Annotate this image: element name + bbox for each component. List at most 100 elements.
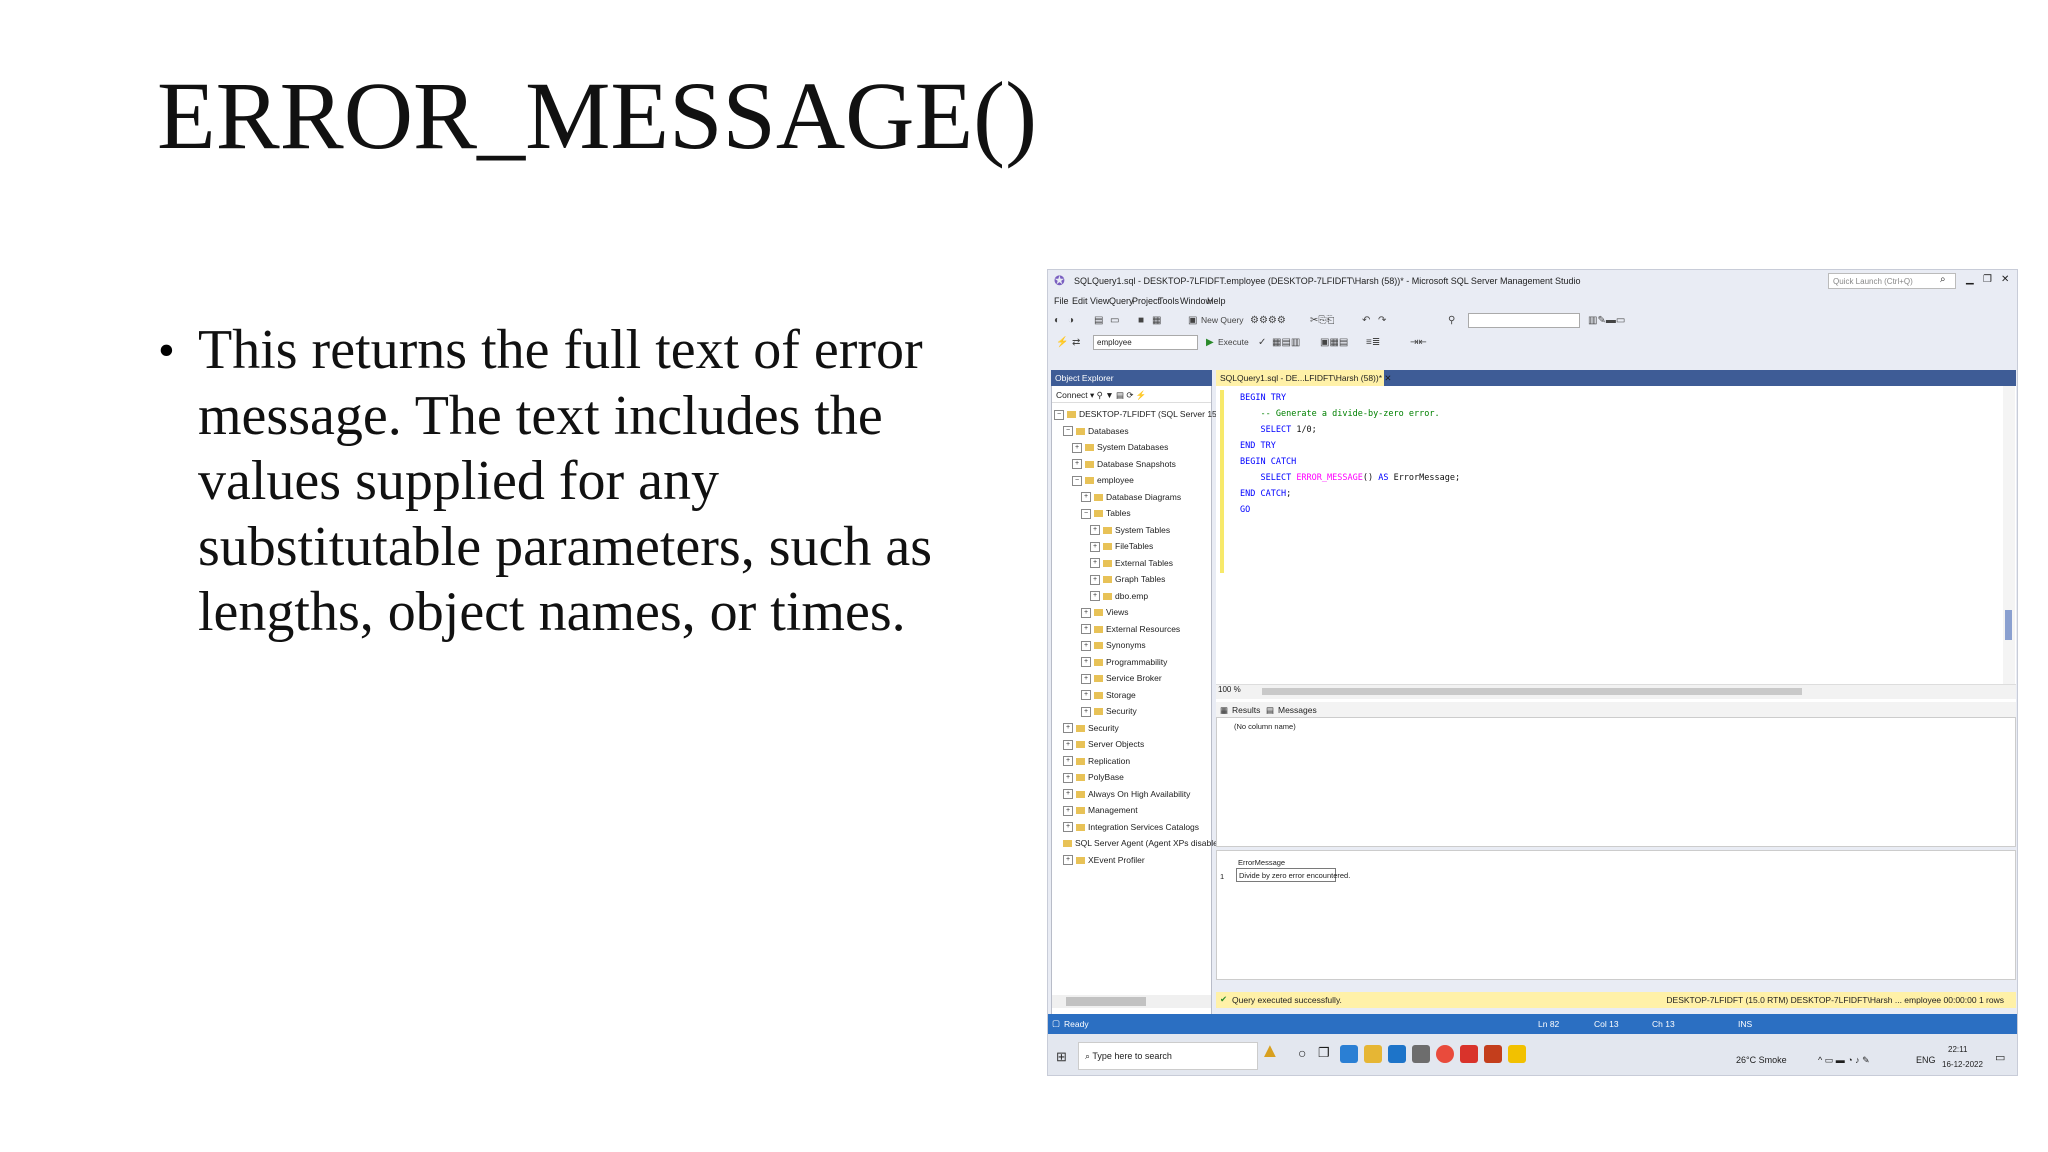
query-type-icons[interactable]: ⚙⚙⚙⚙ — [1250, 315, 1286, 326]
comment-icons[interactable]: ≡≣ — [1366, 337, 1380, 348]
code-line[interactable]: END TRY — [1240, 438, 1276, 454]
tree-node[interactable]: + dbo.emp — [1090, 589, 1148, 603]
windows-start-icon[interactable]: ⊞ — [1056, 1049, 1067, 1065]
tree-node[interactable]: + Always On High Availability — [1063, 787, 1190, 801]
mail-icon[interactable] — [1388, 1045, 1406, 1063]
expand-icon[interactable]: + — [1090, 558, 1100, 569]
code-line[interactable]: BEGIN CATCH — [1240, 454, 1296, 470]
undo-icon[interactable]: ↶ — [1362, 315, 1370, 326]
expand-icon[interactable]: + — [1072, 442, 1082, 453]
expand-icon[interactable]: + — [1090, 574, 1100, 585]
minimize-icon[interactable]: ▁ — [1966, 274, 1974, 285]
ssms-taskbar-icon[interactable] — [1508, 1045, 1526, 1063]
tree-node[interactable]: + Synonyms — [1081, 638, 1146, 652]
zoom-select[interactable]: 100 % — [1218, 685, 1241, 694]
expand-icon[interactable]: + — [1081, 607, 1091, 618]
tree-node[interactable]: + Security — [1081, 704, 1137, 718]
code-line[interactable]: GO — [1240, 502, 1250, 518]
editor-scroll-thumb[interactable] — [2005, 610, 2012, 640]
expand-icon[interactable]: + — [1090, 541, 1100, 552]
tree-node[interactable]: + Programmability — [1081, 655, 1167, 669]
expand-icon[interactable]: + — [1090, 591, 1100, 602]
cortana-icon[interactable]: ○ — [1298, 1045, 1316, 1063]
result-grid-2[interactable] — [1216, 850, 2016, 980]
store-icon[interactable] — [1412, 1045, 1430, 1063]
expand-icon[interactable]: + — [1063, 855, 1073, 866]
file-explorer-icon[interactable] — [1364, 1045, 1382, 1063]
chrome-icon[interactable] — [1436, 1045, 1454, 1063]
tree-node[interactable]: + Service Broker — [1081, 671, 1162, 685]
collapse-icon[interactable]: − — [1063, 426, 1073, 437]
new-item-icon[interactable]: ▤ — [1094, 315, 1103, 326]
change-connection-icon[interactable]: ⇄ — [1072, 337, 1080, 348]
query-editor[interactable] — [1216, 386, 2016, 709]
menu-item-tools[interactable]: Tools — [1158, 296, 1179, 306]
expand-icon[interactable]: + — [1072, 459, 1082, 470]
horizontal-scroll-thumb[interactable] — [1262, 688, 1802, 695]
connect-button[interactable]: Connect ▾ ⚲ ▼ ▤ ⟳ ⚡ — [1052, 387, 1211, 403]
powerpoint-icon[interactable] — [1484, 1045, 1502, 1063]
code-line[interactable]: BEGIN TRY — [1240, 390, 1286, 406]
find-combo[interactable] — [1468, 313, 1580, 328]
redo-icon[interactable]: ↷ — [1378, 315, 1386, 326]
expand-icon[interactable]: + — [1081, 706, 1091, 717]
tab-messages[interactable]: Messages — [1278, 705, 1317, 715]
clock-time[interactable]: 22:11 — [1948, 1045, 1967, 1054]
code-line[interactable]: SELECT ERROR_MESSAGE() AS ErrorMessage; — [1240, 470, 1460, 486]
expand-icon[interactable]: + — [1063, 789, 1073, 800]
tree-node[interactable]: − employee — [1072, 473, 1134, 487]
tree-node[interactable]: + Storage — [1081, 688, 1136, 702]
new-query-button[interactable]: New Query — [1201, 315, 1244, 325]
execute-button[interactable]: Execute — [1218, 337, 1249, 347]
tree-node[interactable]: SQL Server Agent (Agent XPs disabled — [1063, 836, 1223, 850]
expand-icon[interactable]: + — [1063, 739, 1073, 750]
collapse-icon[interactable]: − — [1072, 475, 1082, 486]
code-line[interactable]: SELECT 1/0; — [1240, 422, 1316, 438]
tree-node[interactable]: + Database Snapshots — [1072, 457, 1176, 471]
system-tray-icons[interactable]: ^ ▭ ▬ ◔ ♪ ✎ — [1818, 1055, 1870, 1066]
open-icon[interactable]: ▭ — [1110, 315, 1119, 326]
weather-text[interactable]: 26°C Smoke — [1736, 1055, 1787, 1065]
back-icon[interactable]: ◐ — [1054, 315, 1060, 326]
expand-icon[interactable]: + — [1081, 640, 1091, 651]
tab-results[interactable]: Results — [1232, 705, 1260, 715]
tree-node[interactable]: − Databases — [1063, 424, 1129, 438]
code-line[interactable]: -- Generate a divide-by-zero error. — [1240, 406, 1439, 422]
tree-node[interactable]: + XEvent Profiler — [1063, 853, 1145, 867]
tree-node[interactable]: + External Tables — [1090, 556, 1173, 570]
menu-item-file[interactable]: File — [1054, 296, 1069, 306]
properties-icons[interactable]: ▥✎▬▭ — [1588, 315, 1625, 326]
tree-node[interactable]: − Tables — [1081, 506, 1131, 520]
find-icon[interactable]: ⚲ — [1448, 315, 1455, 326]
edge-icon[interactable] — [1340, 1045, 1358, 1063]
tree-node[interactable]: + System Databases — [1072, 440, 1168, 454]
expand-icon[interactable]: + — [1081, 657, 1091, 668]
tree-node[interactable]: + Database Diagrams — [1081, 490, 1181, 504]
result-2-column-header[interactable]: ErrorMessage — [1238, 858, 1285, 867]
expand-icon[interactable]: + — [1081, 673, 1091, 684]
tree-node[interactable]: + Replication — [1063, 754, 1130, 768]
task-view-icon[interactable]: ❐ — [1318, 1045, 1336, 1063]
taskbar-search-input[interactable]: ⌕ Type here to search — [1078, 1042, 1258, 1070]
parse-icon[interactable]: ✓ — [1258, 337, 1266, 348]
filter-icons[interactable]: ⚲ ▼ ▤ ⟳ ⚡ — [1097, 390, 1147, 400]
close-icon[interactable]: ✕ — [2001, 274, 2009, 285]
maximize-icon[interactable]: ❐ — [1983, 274, 1992, 285]
database-select[interactable]: employee — [1093, 335, 1198, 350]
notifications-icon[interactable]: ▭ — [1995, 1051, 2005, 1064]
result-1-column-header[interactable]: (No column name) — [1234, 722, 1296, 731]
result-grid-1[interactable] — [1216, 717, 2016, 847]
search-icon[interactable]: ⌕ — [1940, 274, 1946, 285]
menu-item-project[interactable]: Project — [1132, 296, 1160, 306]
expand-icon[interactable]: + — [1063, 756, 1073, 767]
tree-node[interactable]: + External Resources — [1081, 622, 1180, 636]
tree-node[interactable]: + Security — [1063, 721, 1119, 735]
expand-icon[interactable]: + — [1063, 723, 1073, 734]
expand-icon[interactable]: + — [1063, 772, 1073, 783]
tree-node[interactable]: + PolyBase — [1063, 770, 1124, 784]
expand-icon[interactable]: + — [1081, 492, 1091, 503]
collapse-icon[interactable]: − — [1054, 409, 1064, 420]
expand-icon[interactable]: + — [1063, 805, 1073, 816]
indent-icons[interactable]: ⇥⇤ — [1410, 337, 1427, 348]
results-mode-icons[interactable]: ▣▦▤ — [1320, 337, 1348, 348]
